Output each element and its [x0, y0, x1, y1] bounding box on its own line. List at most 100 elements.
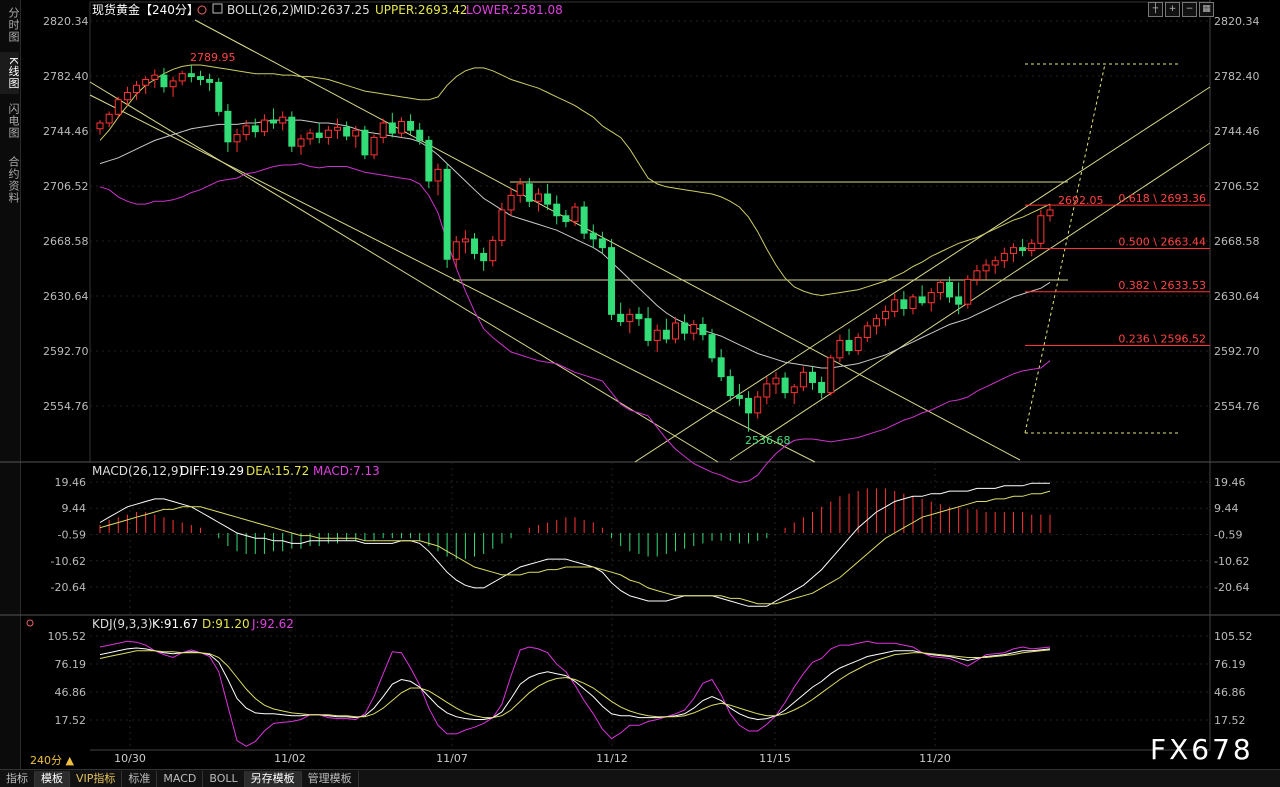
- candle-body: [891, 299, 899, 312]
- candle-body: [270, 119, 278, 124]
- macd-diff-label: DIFF:19.29: [180, 464, 244, 478]
- candle-body: [471, 238, 479, 254]
- candle-body: [735, 395, 743, 399]
- fib-level-label: 0.500 \ 2663.44: [1118, 235, 1206, 248]
- candle-body: [973, 270, 981, 281]
- macd-tick-left: 9.44: [62, 502, 87, 515]
- low-price-label: 2536.68: [745, 434, 791, 447]
- macd-series: [99, 482, 1051, 607]
- candle-body: [151, 74, 159, 80]
- candle-body: [1046, 209, 1054, 217]
- time-tick: 11/15: [759, 752, 791, 765]
- price-tick-right: 2782.40: [1214, 70, 1260, 83]
- price-tick-right: 2706.52: [1214, 180, 1260, 193]
- candle-body: [489, 239, 497, 262]
- macd-diff-line: [99, 482, 1050, 607]
- zoom-out-icon[interactable]: −: [1182, 2, 1197, 17]
- tab-vip-indicators[interactable]: VIP指标: [70, 770, 123, 787]
- candle-body: [790, 386, 798, 394]
- macd-tick-left: -0.59: [58, 529, 86, 542]
- kdj-tick-right: 46.86: [1214, 686, 1246, 699]
- candle-body: [178, 73, 186, 82]
- price-tick-left: 2592.70: [43, 345, 89, 358]
- price-tick-right: 2592.70: [1214, 345, 1260, 358]
- time-tick: 11/07: [436, 752, 468, 765]
- fib-level-label: 0.618 \ 2693.36: [1118, 192, 1206, 205]
- candle-body: [324, 129, 332, 138]
- kdj-tick-left: 105.52: [48, 630, 87, 643]
- candle-body: [1000, 252, 1008, 262]
- channel-lower-line: [89, 81, 719, 463]
- candle-body: [690, 323, 698, 334]
- bottom-tab-bar: 指标 模板 VIP指标 标准 MACD BOLL 另存模板 管理模板: [0, 769, 1280, 787]
- candle-body: [553, 203, 561, 217]
- grid-view-icon[interactable]: ▦: [1199, 2, 1214, 17]
- boll-label: BOLL(26,2): [227, 3, 294, 17]
- zoom-in-icon[interactable]: +: [1165, 2, 1180, 17]
- candle-body: [96, 122, 104, 130]
- candle-body: [388, 122, 396, 134]
- candle-body: [982, 264, 990, 272]
- chart-canvas[interactable]: 0.618 \ 2693.36 0.500 \ 2663.44 0.382 \ 26…: [0, 0, 1280, 768]
- candle-body: [580, 206, 588, 234]
- macd-dea-label: DEA:15.72: [246, 464, 309, 478]
- candle-body: [1037, 215, 1045, 244]
- settings-icon[interactable]: [197, 5, 207, 15]
- tab-boll[interactable]: BOLL: [203, 770, 245, 787]
- candle-body: [1009, 247, 1017, 254]
- candle-body: [754, 396, 762, 414]
- candle-body: [233, 134, 241, 143]
- tab-standard[interactable]: 标准: [122, 770, 158, 787]
- candle-body: [809, 371, 816, 383]
- candle-body: [955, 296, 963, 305]
- boll-upper-label: UPPER:2693.42: [375, 3, 467, 17]
- candle-body: [187, 73, 195, 78]
- candle-body: [909, 296, 917, 310]
- boll-mid-line: [99, 119, 1051, 369]
- kdj-settings-icon[interactable]: [26, 619, 34, 627]
- fib-level-label: 0.236 \ 2596.52: [1118, 332, 1206, 345]
- candle-body: [370, 136, 378, 156]
- candle-body: [416, 129, 424, 141]
- candle-body: [772, 377, 780, 385]
- tab-save-template[interactable]: 另存模板: [244, 770, 302, 787]
- price-tick-left: 2668.58: [43, 235, 89, 248]
- candle-body: [946, 281, 954, 298]
- time-tick: 11/20: [919, 752, 951, 765]
- candle-body: [242, 125, 250, 136]
- kdj-tick-left: 17.52: [55, 714, 87, 727]
- candle-body: [781, 377, 789, 394]
- kdj-tick-right: 76.19: [1214, 658, 1246, 671]
- time-tick: 11/02: [274, 752, 306, 765]
- candle-body: [498, 209, 506, 241]
- candle-body: [699, 323, 707, 336]
- candle-body: [114, 99, 122, 115]
- macd-tick-right: 19.46: [1214, 476, 1246, 489]
- kdj-j-label: J:92.62: [251, 617, 294, 631]
- candle-body: [662, 329, 670, 340]
- time-tick: 10/30: [114, 752, 146, 765]
- candle-body: [763, 383, 771, 398]
- candle-body: [918, 296, 926, 304]
- macd-tick-left: -20.64: [51, 581, 86, 594]
- crosshair-icon[interactable]: ┼: [1148, 2, 1163, 17]
- candle-body: [836, 339, 844, 359]
- tab-indicators[interactable]: 指标: [0, 770, 35, 787]
- tab-manage-templates[interactable]: 管理模板: [302, 770, 359, 787]
- price-tick-left: 2744.46: [43, 125, 89, 138]
- high-price-label: 2789.95: [190, 51, 236, 64]
- kdj-title: KDJ(9,3,3): [92, 617, 153, 631]
- tab-macd[interactable]: MACD: [157, 770, 204, 787]
- period-selector[interactable]: 240分 ▲: [30, 752, 74, 768]
- candle-body: [1019, 247, 1027, 252]
- indicator-icon[interactable]: [212, 3, 223, 14]
- candle-body: [206, 78, 214, 83]
- price-tick-right: 2744.46: [1214, 125, 1260, 138]
- kdj-tick-left: 46.86: [55, 686, 87, 699]
- candle-body: [717, 357, 725, 378]
- candle-body: [863, 325, 871, 339]
- candle-body: [169, 80, 177, 88]
- candle-body: [379, 122, 387, 138]
- tab-templates[interactable]: 模板: [35, 770, 70, 787]
- candle-body: [315, 132, 323, 138]
